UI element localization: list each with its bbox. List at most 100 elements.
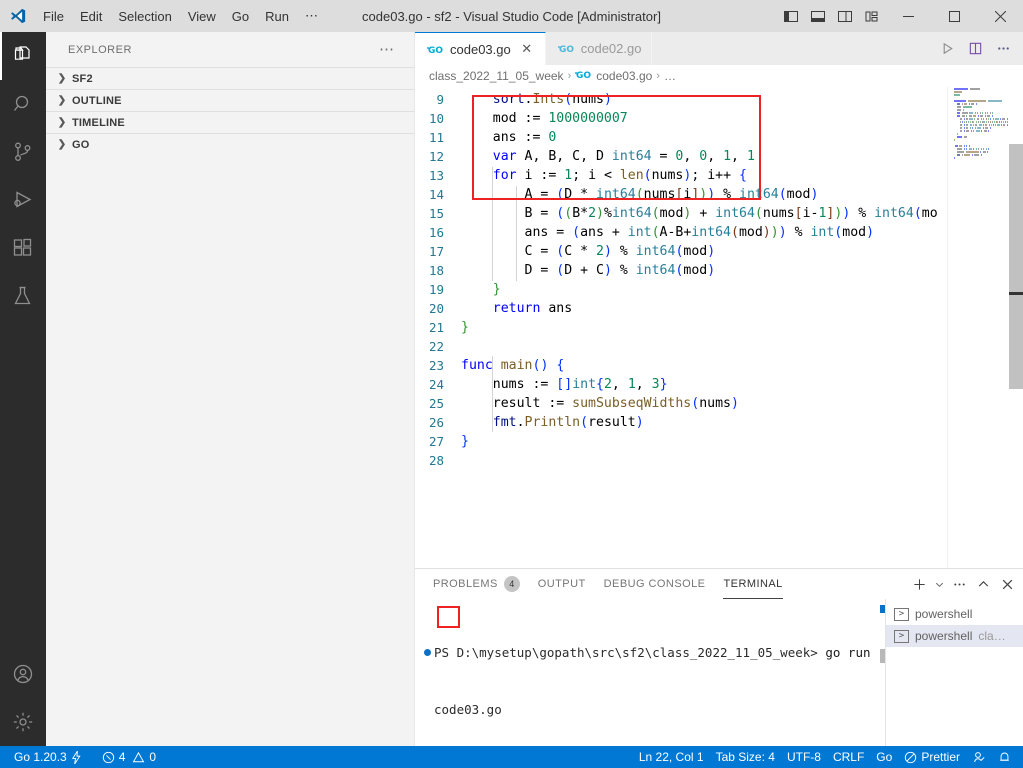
line-number: 24 xyxy=(428,377,444,392)
status-encoding[interactable]: UTF-8 xyxy=(781,746,827,768)
minimize-button[interactable] xyxy=(885,0,931,32)
tab-problems[interactable]: PROBLEMS 4 xyxy=(433,569,520,599)
status-eol[interactable]: CRLF xyxy=(827,746,870,768)
account-icon[interactable] xyxy=(0,650,46,698)
code-line[interactable]: 18 D = (D + C) % int64(mod) xyxy=(415,261,1023,280)
editor-vertical-scrollbar-thumb[interactable] xyxy=(1009,144,1023,389)
code-editor[interactable]: 9 sort.Ints(nums) 10 mod := 1000000007 11 … xyxy=(415,87,1023,600)
minimap-line xyxy=(954,94,1009,96)
sidebar-item-testing[interactable] xyxy=(0,272,46,320)
status-feedback[interactable] xyxy=(966,746,992,768)
menu-selection[interactable]: Selection xyxy=(110,0,179,32)
code-token: mod xyxy=(683,244,708,259)
breadcrumb-item-symbol[interactable]: … xyxy=(664,69,676,83)
menu-file[interactable]: File xyxy=(35,0,72,32)
sidebar-section-sf2[interactable]: ❯ SF2 xyxy=(46,67,414,89)
sidebar-title: EXPLORER xyxy=(68,43,132,56)
code-token: ans + xyxy=(580,225,628,240)
new-terminal-button[interactable] xyxy=(907,569,931,599)
status-language-mode[interactable]: Go xyxy=(870,746,898,768)
terminal-tab-powershell[interactable]: > powershell xyxy=(886,603,1023,625)
code-line[interactable]: 16 ans = (ans + int(A-B+int64(mod))) % i… xyxy=(415,223,1023,242)
status-go-version[interactable]: Go 1.20.3 xyxy=(8,746,88,768)
code-line[interactable]: 14 A = (D * int64(nums[i])) % int64(mod) xyxy=(415,185,1023,204)
menu-go[interactable]: Go xyxy=(224,0,257,32)
breadcrumb-separator-icon: › xyxy=(656,70,660,82)
code-line[interactable]: 20 return ans xyxy=(415,299,1023,318)
line-number: 9 xyxy=(436,92,444,107)
menu-run[interactable]: Run xyxy=(257,0,297,32)
code-line[interactable]: 12 var A, B, C, D int64 = 0, 0, 1, 1 xyxy=(415,147,1023,166)
sidebar-item-run-and-debug[interactable] xyxy=(0,176,46,224)
editor-vertical-scrollbar[interactable] xyxy=(1009,87,1023,600)
tab-code03-go[interactable]: GO code03.go ✕ xyxy=(415,32,546,65)
code-line[interactable]: 15 B = ((B*2)%int64(mod) + int64(nums[i-… xyxy=(415,204,1023,223)
menu-bar[interactable]: File Edit Selection View Go Run ⋯ xyxy=(35,0,326,32)
more-editor-actions-button[interactable] xyxy=(989,32,1017,65)
tab-terminal[interactable]: TERMINAL xyxy=(723,569,783,599)
menu-edit[interactable]: Edit xyxy=(72,0,110,32)
maximize-panel-button[interactable] xyxy=(971,569,995,599)
sidebar-section-outline[interactable]: ❯ OUTLINE xyxy=(46,89,414,111)
menu-more-icon[interactable]: ⋯ xyxy=(297,0,326,32)
code-line[interactable]: 23 func main() { xyxy=(415,356,1023,375)
code-line[interactable]: 24 nums := []int{2, 1, 3} xyxy=(415,375,1023,394)
svg-text:GO: GO xyxy=(576,71,591,80)
code-line[interactable]: 22 xyxy=(415,337,1023,356)
code-line[interactable]: 17 C = (C * 2) % int64(mod) xyxy=(415,242,1023,261)
status-indentation[interactable]: Tab Size: 4 xyxy=(710,746,781,768)
status-prettier[interactable]: Prettier xyxy=(898,746,966,768)
close-button[interactable] xyxy=(977,0,1023,32)
tab-close-icon[interactable]: ✕ xyxy=(519,41,535,57)
customize-layout-icon[interactable] xyxy=(858,0,885,32)
toggle-panel-icon[interactable] xyxy=(804,0,831,32)
code-line[interactable]: 13 for i := 1; i < len(nums); i++ { xyxy=(415,166,1023,185)
sidebar-item-explorer[interactable] xyxy=(0,32,46,80)
code-line[interactable]: 9 sort.Ints(nums) xyxy=(415,90,1023,109)
code-line[interactable]: 11 ans := 0 xyxy=(415,128,1023,147)
code-line-text: ans = (ans + int(A-B+int64(mod))) % int(… xyxy=(461,223,1023,242)
sidebar-item-extensions[interactable] xyxy=(0,224,46,272)
maximize-button[interactable] xyxy=(931,0,977,32)
status-problems[interactable]: 4 0 xyxy=(96,746,162,768)
code-line[interactable]: 21} xyxy=(415,318,1023,337)
code-line[interactable]: 27} xyxy=(415,432,1023,451)
tab-output[interactable]: OUTPUT xyxy=(538,569,586,599)
gear-icon[interactable] xyxy=(0,698,46,746)
code-token: ( xyxy=(778,187,787,202)
sidebar-section-timeline[interactable]: ❯ TIMELINE xyxy=(46,111,414,133)
terminal-output[interactable]: PS D:\mysetup\gopath\src\sf2\class_2022_… xyxy=(415,599,885,747)
menu-view[interactable]: View xyxy=(180,0,224,32)
status-notifications[interactable] xyxy=(992,746,1017,768)
code-line[interactable]: 26 fmt.Println(result) xyxy=(415,413,1023,432)
toggle-secondary-sidebar-icon[interactable] xyxy=(831,0,858,32)
sidebar-more-actions-icon[interactable]: ⋯ xyxy=(379,42,394,57)
tab-code02-go[interactable]: GO code02.go xyxy=(545,32,653,65)
breadcrumb-item-file[interactable]: GO code03.go xyxy=(575,69,652,83)
split-editor-right-button[interactable] xyxy=(961,32,989,65)
terminal-dropdown-button[interactable] xyxy=(931,569,947,599)
terminal-tab-powershell-cla[interactable]: > powershell cla… xyxy=(886,625,1023,647)
code-token: int xyxy=(810,225,835,240)
code-line[interactable]: 28 xyxy=(415,451,1023,470)
line-number: 13 xyxy=(428,168,444,183)
run-go-file-button[interactable] xyxy=(933,32,961,65)
panel-more-actions-button[interactable] xyxy=(947,569,971,599)
line-number: 20 xyxy=(428,301,444,316)
sidebar-item-search[interactable] xyxy=(0,80,46,128)
code-token: A, B, C, D xyxy=(516,149,612,164)
tab-debug-console[interactable]: DEBUG CONSOLE xyxy=(604,569,706,599)
toggle-primary-sidebar-icon[interactable] xyxy=(777,0,804,32)
minimap[interactable] xyxy=(947,87,1009,600)
minimap-line xyxy=(954,160,1009,162)
breadcrumb-item-folder[interactable]: class_2022_11_05_week xyxy=(429,69,564,83)
code-line[interactable]: 25 result := sumSubseqWidths(nums) xyxy=(415,394,1023,413)
code-line[interactable]: 19 } xyxy=(415,280,1023,299)
close-panel-button[interactable] xyxy=(995,569,1019,599)
code-line[interactable]: 10 mod := 1000000007 xyxy=(415,109,1023,128)
status-cursor-position[interactable]: Ln 22, Col 1 xyxy=(633,746,710,768)
primary-sidebar: EXPLORER ⋯ ❯ SF2 ❯ OUTLINE ❯ TIMELINE ❯ … xyxy=(46,32,415,746)
status-go-version-label: Go 1.20.3 xyxy=(14,750,67,764)
sidebar-item-source-control[interactable] xyxy=(0,128,46,176)
sidebar-section-go[interactable]: ❯ GO xyxy=(46,133,414,155)
